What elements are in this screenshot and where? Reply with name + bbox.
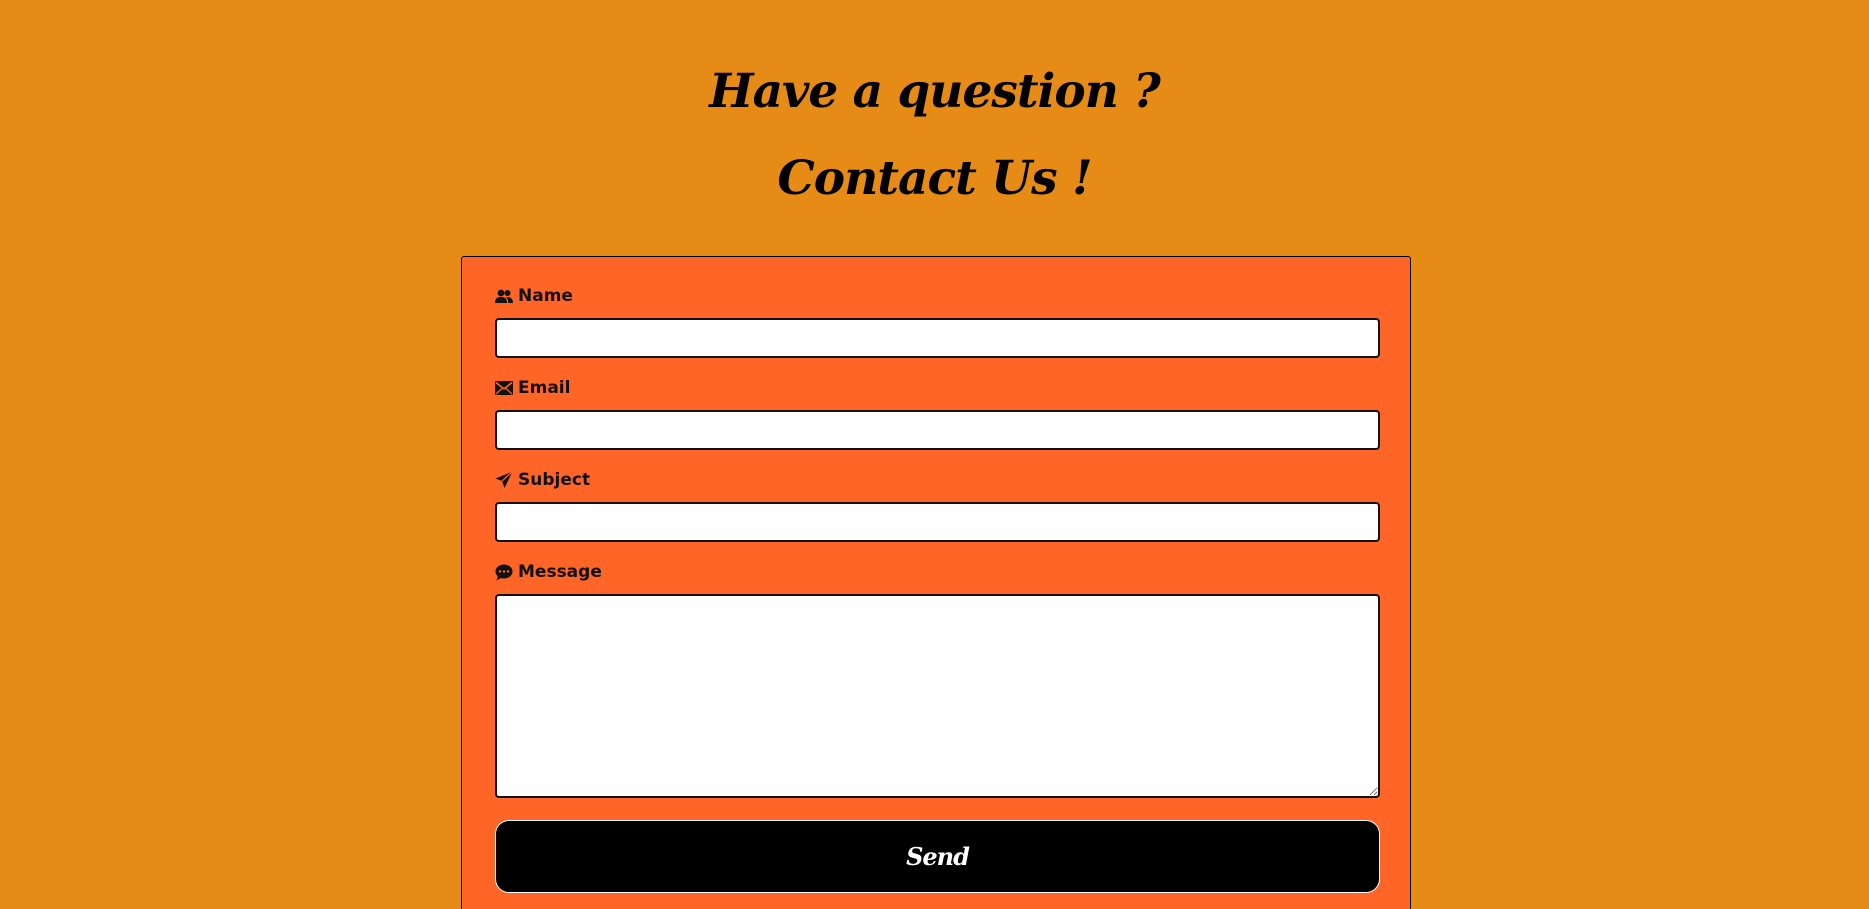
- subject-label-text: Subject: [518, 470, 591, 490]
- paper-plane-icon: [495, 471, 513, 489]
- email-label-text: Email: [518, 378, 571, 398]
- headline-contact-us: Contact Us !: [777, 151, 1092, 206]
- envelope-icon: [495, 381, 513, 395]
- headline-question: Have a question ?: [709, 64, 1161, 119]
- comment-icon: [495, 564, 513, 581]
- message-label: Message: [495, 562, 602, 582]
- message-textarea[interactable]: [495, 594, 1380, 798]
- name-input[interactable]: [495, 318, 1380, 358]
- contact-page: Have a question ? Contact Us ! Name Emai…: [0, 0, 1869, 909]
- email-input[interactable]: [495, 410, 1380, 450]
- name-label-text: Name: [518, 286, 573, 306]
- message-label-text: Message: [518, 562, 602, 582]
- contact-form: Name Email Subject Message Send: [461, 256, 1411, 909]
- users-icon: [495, 289, 513, 304]
- subject-input[interactable]: [495, 502, 1380, 542]
- send-button[interactable]: Send: [495, 820, 1380, 893]
- email-label: Email: [495, 378, 570, 398]
- subject-label: Subject: [495, 470, 590, 490]
- name-label: Name: [495, 286, 573, 306]
